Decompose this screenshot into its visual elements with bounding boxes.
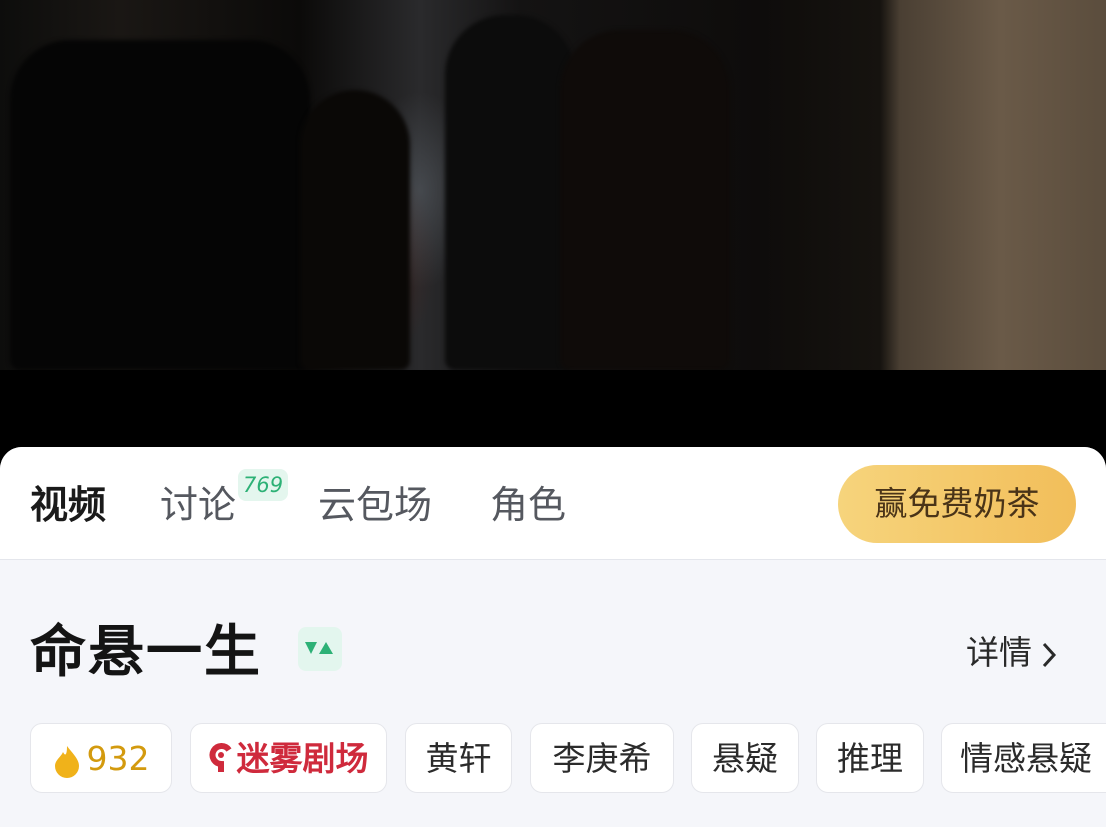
details-link[interactable]: 详情 [966, 627, 1058, 679]
details-label: 详情 [966, 633, 1032, 672]
actor-chip[interactable]: 黄轩 [405, 723, 512, 793]
flame-icon [54, 745, 79, 778]
mist-theater-logo-icon [209, 742, 231, 772]
tab-bar: 视频 讨论 769 云包场 角色 赢免费奶茶 [0, 447, 1106, 560]
brand-label: 迷雾剧场 [236, 739, 369, 778]
video-player[interactable] [0, 0, 1106, 370]
detail-panel: 视频 讨论 769 云包场 角色 赢免费奶茶 命悬一生 详情 932 迷雾剧场 … [0, 447, 1106, 827]
actor-chip[interactable]: 李庚希 [530, 723, 674, 793]
score-value: 932 [86, 739, 150, 778]
discussion-count-badge: 769 [238, 469, 289, 501]
video-figure [445, 15, 575, 370]
video-figure [10, 40, 310, 370]
video-figure [560, 30, 730, 370]
score-chip[interactable]: 932 [30, 723, 172, 793]
chevron-right-icon [1042, 642, 1057, 667]
show-title: 命悬一生 [30, 620, 262, 685]
video-letterbox [0, 370, 1106, 448]
free-milk-tea-button[interactable]: 赢免费奶茶 [838, 465, 1076, 543]
show-header: 命悬一生 详情 [0, 559, 1106, 719]
tab-roles[interactable]: 角色 [490, 479, 566, 531]
tag-chip[interactable]: 情感悬疑 [941, 723, 1106, 793]
tag-chip[interactable]: 悬疑 [691, 723, 799, 793]
video-figure [300, 90, 410, 370]
tab-discussion[interactable]: 讨论 [160, 479, 236, 531]
vip-badge-icon [298, 627, 342, 671]
tag-chip[interactable]: 推理 [816, 723, 924, 793]
tab-cloud-screening[interactable]: 云包场 [318, 479, 432, 531]
brand-chip[interactable]: 迷雾剧场 [190, 723, 387, 793]
tab-video[interactable]: 视频 [30, 479, 106, 531]
